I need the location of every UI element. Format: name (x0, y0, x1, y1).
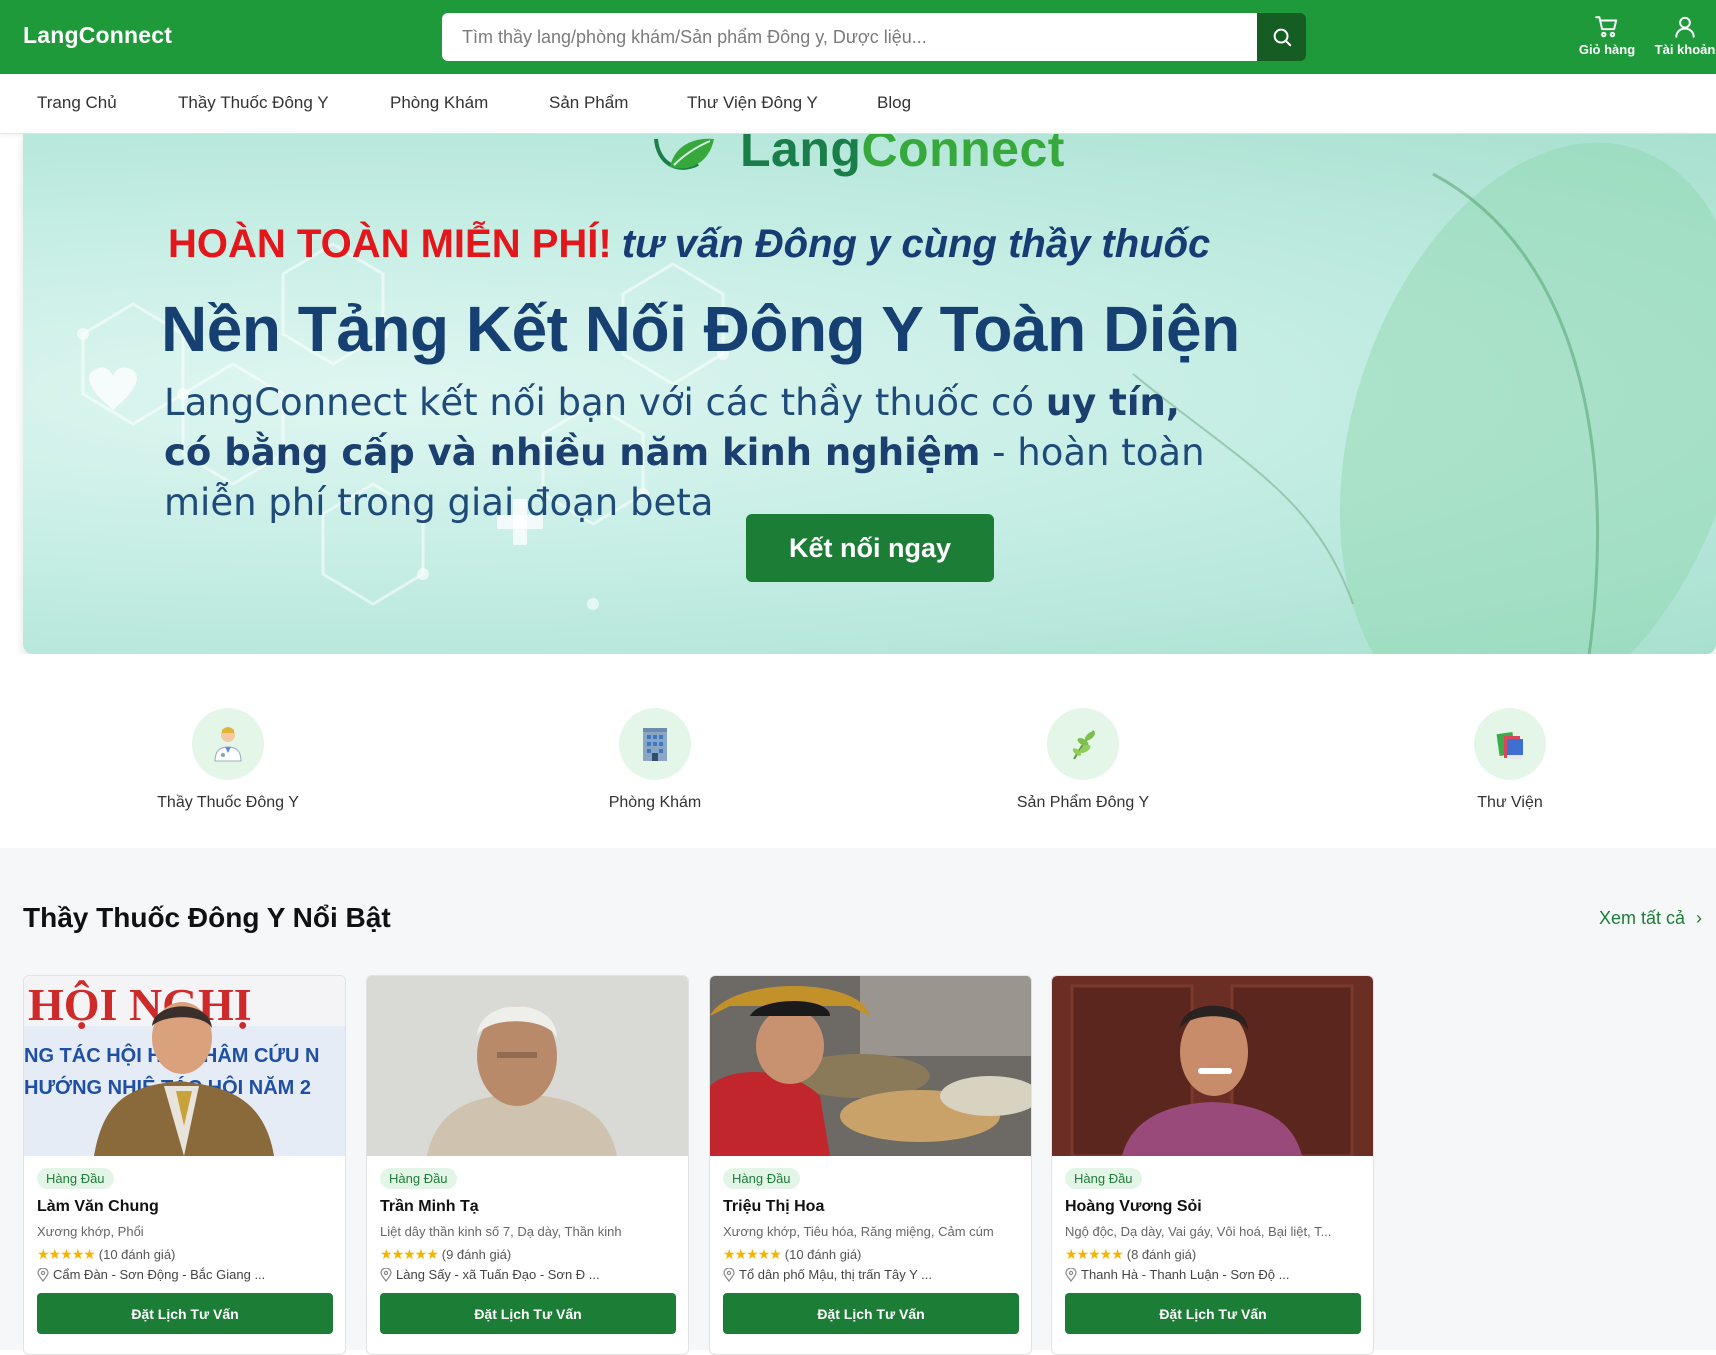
location-pin-icon (723, 1267, 735, 1282)
review-count: (10 đánh giá) (784, 1247, 862, 1262)
doctor-rating: ★★★★★ (10 đánh giá) (37, 1246, 175, 1263)
doctor-rating: ★★★★★ (10 đánh giá) (723, 1246, 861, 1263)
category-label: Thư Viện (1477, 794, 1543, 811)
hero-description: LangConnect kết nối bạn với các thầy thu… (164, 381, 1205, 524)
doctor-photo: HỘI NGHỊ NG TÁC HỘI HỘI CHÂM CỨU N HƯỚNG… (24, 976, 345, 1156)
doctor-rating: ★★★★★ (9 đánh giá) (380, 1246, 511, 1263)
doctor-photo (1052, 976, 1373, 1156)
doctor-specialty: Ngộ độc, Dạ dày, Vai gáy, Vôi hoá, Bại l… (1065, 1224, 1332, 1239)
star-rating-icon: ★★★★★ (1065, 1246, 1124, 1262)
hero-banner: LangConnect HOÀN TOÀN MIỄN PHÍ! tư vấn Đô… (23, 134, 1716, 654)
user-icon (1675, 16, 1695, 38)
hero-tagline: HOÀN TOÀN MIỄN PHÍ! tư vấn Đông y cùng th… (168, 222, 1210, 267)
category-doctors[interactable]: Thầy Thuốc Đông Y (118, 708, 338, 812)
section-title: Thầy Thuốc Đông Y Nổi Bật (23, 902, 391, 933)
doctor-specialty: Xương khớp, Phổi (37, 1224, 144, 1239)
doctor-card[interactable]: Hàng Đầu Triệu Thị Hoa Xương khớp, Tiêu … (709, 975, 1032, 1355)
doctor-card[interactable]: HỘI NGHỊ NG TÁC HỘI HỘI CHÂM CỨU N HƯỚNG… (23, 975, 346, 1355)
doctor-icon (192, 708, 264, 780)
chevron-right-icon: › (1696, 908, 1702, 928)
doctor-rating: ★★★★★ (8 đánh giá) (1065, 1246, 1196, 1263)
nav-item-doctors[interactable]: Thầy Thuốc Đông Y (178, 93, 329, 113)
cart-button[interactable]: Giỏ hàng (1567, 14, 1647, 57)
account-button[interactable]: Tài khoản (1645, 14, 1716, 57)
review-count: (8 đánh giá) (1126, 1247, 1197, 1262)
svg-text:HỘI NGHỊ: HỘI NGHỊ (28, 979, 252, 1030)
doctor-specialty: Liệt dây thần kinh số 7, Dạ dày, Thần ki… (380, 1224, 622, 1239)
doctor-location: Cẩm Đàn - Sơn Động - Bắc Giang ... (37, 1267, 337, 1282)
cart-icon (1595, 16, 1618, 38)
review-count: (9 đánh giá) (441, 1247, 512, 1262)
nav-item-products[interactable]: Sản Phẩm (549, 93, 628, 113)
see-all-link[interactable]: Xem tất cả › (1599, 908, 1702, 929)
book-consultation-button[interactable]: Đặt Lịch Tư Vấn (723, 1293, 1019, 1334)
rank-badge: Hàng Đầu (380, 1168, 457, 1189)
book-consultation-button[interactable]: Đặt Lịch Tư Vấn (37, 1293, 333, 1334)
rank-badge: Hàng Đầu (723, 1168, 800, 1189)
nav-item-home[interactable]: Trang Chủ (37, 93, 117, 113)
doctor-location: Làng Sấy - xã Tuấn Đạo - Sơn Đ ... (380, 1267, 680, 1282)
account-label: Tài khoản (1654, 42, 1716, 57)
doctor-name: Trần Minh Tạ (380, 1198, 479, 1215)
category-label: Phòng Khám (608, 794, 702, 811)
search-input[interactable] (442, 13, 1257, 61)
category-products[interactable]: Sản Phẩm Đông Y (973, 708, 1193, 812)
hero-logo-text: LangConnect (740, 134, 1065, 177)
rank-badge: Hàng Đầu (1065, 1168, 1142, 1189)
doctor-location: Tổ dân phố Mậu, thị trấn Tây Y ... (723, 1267, 1023, 1282)
tagline-text: tư vấn Đông y cùng thầy thuốc (621, 222, 1211, 266)
category-label: Thầy Thuốc Đông Y (157, 794, 299, 811)
location-pin-icon (380, 1267, 392, 1282)
location-pin-icon (1065, 1267, 1077, 1282)
rank-badge: Hàng Đầu (37, 1168, 114, 1189)
hero-logo: LangConnect (648, 134, 1065, 184)
clinic-building-icon (619, 708, 691, 780)
star-rating-icon: ★★★★★ (37, 1246, 96, 1262)
category-shortcuts: Thầy Thuốc Đông Y Phòng Khám Sản Phẩm Đô… (0, 654, 1716, 848)
hero-title: Nền Tảng Kết Nối Đông Y Toàn Diện (161, 293, 1240, 365)
cart-label: Giỏ hàng (1578, 42, 1636, 57)
star-rating-icon: ★★★★★ (723, 1246, 782, 1262)
site-logo[interactable]: LangConnect (23, 22, 172, 49)
doctor-photo (710, 976, 1031, 1156)
review-count: (10 đánh giá) (98, 1247, 176, 1262)
main-nav: Trang Chủ Thầy Thuốc Đông Y Phòng Khám S… (0, 74, 1716, 134)
category-clinics[interactable]: Phòng Khám (545, 708, 765, 812)
herb-icon (1047, 708, 1119, 780)
top-header: LangConnect Giỏ hàng Tài khoản (0, 0, 1716, 74)
nav-item-clinics[interactable]: Phòng Khám (390, 93, 488, 113)
doctor-card[interactable]: Hàng Đầu Hoàng Vương Sỏi Ngộ độc, Dạ dày… (1051, 975, 1374, 1355)
featured-doctors-section: Thầy Thuốc Đông Y Nổi Bật Xem tất cả › H… (0, 848, 1716, 1355)
search-button[interactable] (1257, 13, 1306, 61)
doctor-location: Thanh Hà - Thanh Luận - Sơn Độ ... (1065, 1267, 1365, 1282)
doctor-name: Làm Văn Chung (37, 1198, 159, 1215)
nav-item-library[interactable]: Thư Viện Đông Y (687, 93, 818, 113)
category-label: Sản Phẩm Đông Y (1016, 794, 1150, 811)
book-consultation-button[interactable]: Đặt Lịch Tư Vấn (1065, 1293, 1361, 1334)
books-icon (1474, 708, 1546, 780)
doctor-name: Triệu Thị Hoa (723, 1198, 825, 1215)
search-bar (442, 13, 1306, 61)
category-library[interactable]: Thư Viện (1400, 708, 1620, 812)
search-icon (1273, 28, 1291, 47)
star-rating-icon: ★★★★★ (380, 1246, 439, 1262)
doctor-specialty: Xương khớp, Tiêu hóa, Răng miệng, Cảm cú… (723, 1224, 994, 1239)
leaf-logo-icon (654, 138, 714, 170)
nav-item-blog[interactable]: Blog (877, 93, 911, 113)
free-highlight: HOÀN TOÀN MIỄN PHÍ! (168, 222, 612, 266)
doctor-card[interactable]: Hàng Đầu Trần Minh Tạ Liệt dây thần kinh… (366, 975, 689, 1355)
doctor-photo (367, 976, 688, 1156)
connect-now-button[interactable]: Kết nối ngay (746, 514, 994, 582)
doctor-name: Hoàng Vương Sỏi (1065, 1198, 1202, 1215)
location-pin-icon (37, 1267, 49, 1282)
book-consultation-button[interactable]: Đặt Lịch Tư Vấn (380, 1293, 676, 1334)
